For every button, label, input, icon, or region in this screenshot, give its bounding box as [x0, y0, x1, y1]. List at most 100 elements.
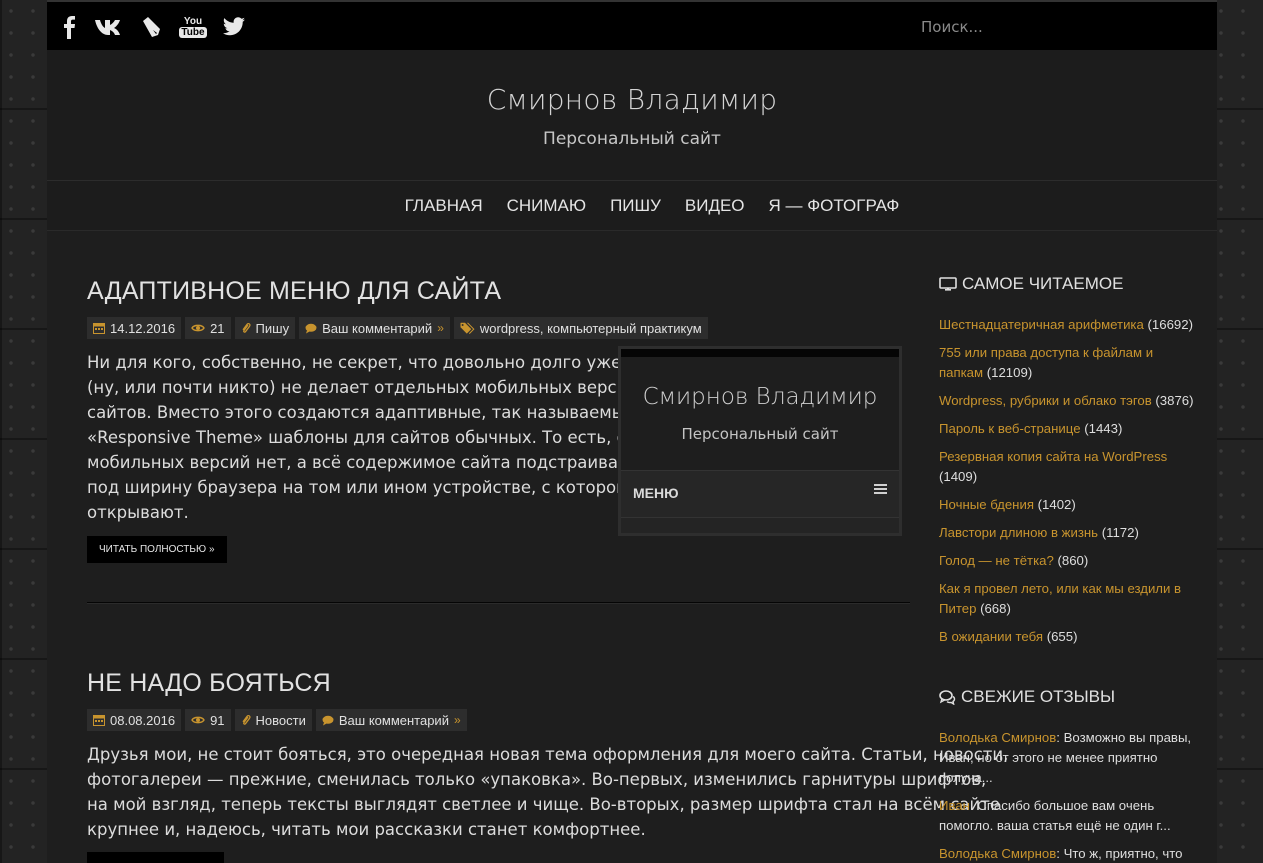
calendar-icon — [93, 715, 105, 726]
hamburger-icon — [874, 484, 887, 494]
comment-icon — [305, 323, 317, 333]
paperclip-icon — [242, 322, 251, 333]
post-tags-label[interactable]: wordpress, компьютерный практикум — [480, 321, 702, 336]
popular-item-link[interactable]: Шестнадцатеричная арифметика — [939, 317, 1144, 332]
read-more-button[interactable] — [87, 852, 224, 863]
nav-item-write[interactable]: Пишу — [610, 196, 661, 216]
post-category-label[interactable]: Пишу — [256, 321, 290, 336]
nav-item-home[interactable]: Главная — [405, 196, 483, 216]
nav-item-video[interactable]: Видео — [685, 196, 745, 216]
livejournal-icon[interactable] — [139, 14, 165, 40]
read-more-button[interactable]: Читать полностью » — [87, 536, 227, 563]
youtube-tube-text: Tube — [179, 26, 207, 38]
popular-item-link[interactable]: В ожидании тебя — [939, 629, 1043, 644]
popular-item-link[interactable]: Резервная копия сайта на WordPress — [939, 449, 1167, 464]
popular-item-count: (1409) — [939, 469, 978, 484]
excerpt-line: крупнее и, надеюсь, читать мои рассказки… — [87, 820, 646, 839]
post-views: 91 — [185, 709, 231, 731]
vk-icon[interactable] — [93, 14, 123, 40]
widget-title-popular: Самое читаемое — [939, 274, 1123, 294]
post-category-label[interactable]: Новости — [256, 713, 306, 728]
excerpt-line: сайтов. Вместо этого создаются адаптивны… — [87, 403, 635, 422]
excerpt-line: на мой взгляд, теперь тексты выглядят св… — [87, 795, 1001, 814]
popular-item-link[interactable]: Пароль к веб-странице — [939, 421, 1081, 436]
comment-author[interactable]: Иван — [939, 798, 970, 813]
double-chevron-right-icon: » — [209, 544, 215, 555]
excerpt-line: Друзья мои, не стоит бояться, это очеред… — [87, 745, 1009, 764]
monitor-icon — [939, 276, 957, 291]
post-views: 21 — [185, 317, 231, 339]
comment-icon — [322, 715, 334, 725]
facebook-icon[interactable] — [59, 14, 79, 40]
search-input[interactable] — [913, 12, 1179, 42]
thumbnail-topbar — [621, 349, 899, 357]
widget-title-popular-label: Самое читаемое — [962, 274, 1124, 293]
popular-item-count: (1402) — [1037, 497, 1076, 512]
read-more-label: Читать полностью — [99, 544, 207, 555]
excerpt-line: «Responsive Theme» шаблоны для сайтов об… — [87, 428, 679, 447]
popular-item-count: (668) — [980, 601, 1011, 616]
post-category[interactable]: Новости — [234, 709, 312, 731]
post-divider — [87, 602, 910, 604]
popular-item-link[interactable]: Голод — не тётка? — [939, 553, 1054, 568]
nav-item-photographer[interactable]: Я — фотограф — [769, 196, 900, 216]
post-title[interactable]: Адаптивное меню для сайта — [87, 277, 501, 306]
post-comment-label[interactable]: Ваш комментарий — [322, 321, 432, 336]
youtube-icon[interactable]: You Tube — [179, 14, 207, 40]
popular-item-count: (860) — [1057, 553, 1089, 568]
popular-item-count: (12109) — [986, 365, 1033, 380]
popular-item-count: (655) — [1046, 629, 1078, 644]
excerpt-line: Ни для кого, собственно, не секрет, что … — [87, 353, 678, 372]
thumbnail-title: Смирнов Владимир — [642, 384, 878, 410]
popular-item: В ожидании тебя (655) — [939, 627, 1197, 647]
post-date-text: 14.12.2016 — [110, 320, 176, 336]
comment-item: Володька Смирнов: Возможно вы правы, Ива… — [939, 728, 1197, 788]
popular-item: Ночные бдения (1402) — [939, 495, 1197, 515]
site-title[interactable]: Смирнов Владимир — [47, 83, 1217, 116]
paperclip-icon — [242, 714, 251, 725]
popular-item-link[interactable]: Как я провел лето, или как мы ездили в П… — [939, 581, 1181, 616]
post-title[interactable]: Не надо бояться — [87, 669, 331, 698]
eye-icon — [191, 716, 205, 724]
post-comment-label[interactable]: Ваш комментарий — [339, 713, 449, 728]
comment-item: Иван: Спасибо большое вам очень помогло.… — [939, 796, 1197, 836]
popular-item-count: (3876) — [1155, 393, 1194, 408]
post-category[interactable]: Пишу — [234, 317, 296, 339]
popular-item: 755 или права доступа к файлам и папкам … — [939, 343, 1197, 383]
post-comment-link[interactable]: Ваш комментарий » — [315, 709, 467, 731]
popular-item-link[interactable]: Лавстори длиною в жизнь — [939, 525, 1098, 540]
popular-item-link[interactable]: 755 или права доступа к файлам и папкам — [939, 345, 1153, 380]
comment-author[interactable]: Володька Смирнов — [939, 846, 1056, 861]
nav-item-photo[interactable]: Снимаю — [507, 196, 586, 216]
comment-item: Володька Смирнов: Что ж, приятно, что — [939, 844, 1197, 863]
top-bar: You Tube — [47, 0, 1217, 50]
post-meta: 08.08.2016 91 Новости Ваш комментарий » — [87, 709, 467, 731]
comment-author[interactable]: Володька Смирнов — [939, 730, 1056, 745]
double-chevron-right-icon: » — [437, 321, 444, 335]
excerpt-line: мобильных версий нет, а всё содержимое с… — [87, 453, 657, 472]
comment-text[interactable]: : Что ж, приятно, что — [1056, 846, 1182, 861]
popular-item-link[interactable]: Ночные бдения — [939, 497, 1034, 512]
double-chevron-right-icon: » — [453, 713, 461, 727]
popular-item-count: (16692) — [1147, 317, 1193, 332]
post-tags[interactable]: wordpress, компьютерный практикум — [453, 317, 708, 339]
tags-icon — [460, 322, 475, 334]
post-comment-link[interactable]: Ваш комментарий » — [299, 317, 450, 339]
calendar-icon — [93, 323, 105, 334]
youtube-you-text: You — [183, 15, 203, 27]
comment-text[interactable]: : Спасибо большое вам очень помогло. ваш… — [939, 798, 1171, 833]
post-thumbnail[interactable]: Смирнов Владимир Персональный сайт МЕНЮ — [618, 346, 902, 536]
popular-item: Wordpress, рубрики и облако тэгов (3876) — [939, 391, 1197, 411]
eye-icon — [191, 324, 205, 332]
post-meta: 14.12.2016 21 Пишу Ваш комментарий » wor… — [87, 317, 708, 339]
twitter-icon[interactable] — [221, 14, 247, 40]
excerpt-line: открывают. — [87, 503, 189, 522]
comments-icon — [939, 689, 956, 705]
popular-item-link[interactable]: Wordpress, рубрики и облако тэгов — [939, 393, 1152, 408]
popular-item: Шестнадцатеричная арифметика (16692) — [939, 315, 1197, 335]
popular-item: Резервная копия сайта на WordPress (1409… — [939, 447, 1197, 487]
popular-item-count: (1443) — [1084, 421, 1123, 436]
widget-title-comments-label: Свежие отзывы — [961, 687, 1116, 706]
post-views-count: 21 — [210, 320, 225, 336]
site-header: Смирнов Владимир Персональный сайт — [47, 50, 1217, 181]
